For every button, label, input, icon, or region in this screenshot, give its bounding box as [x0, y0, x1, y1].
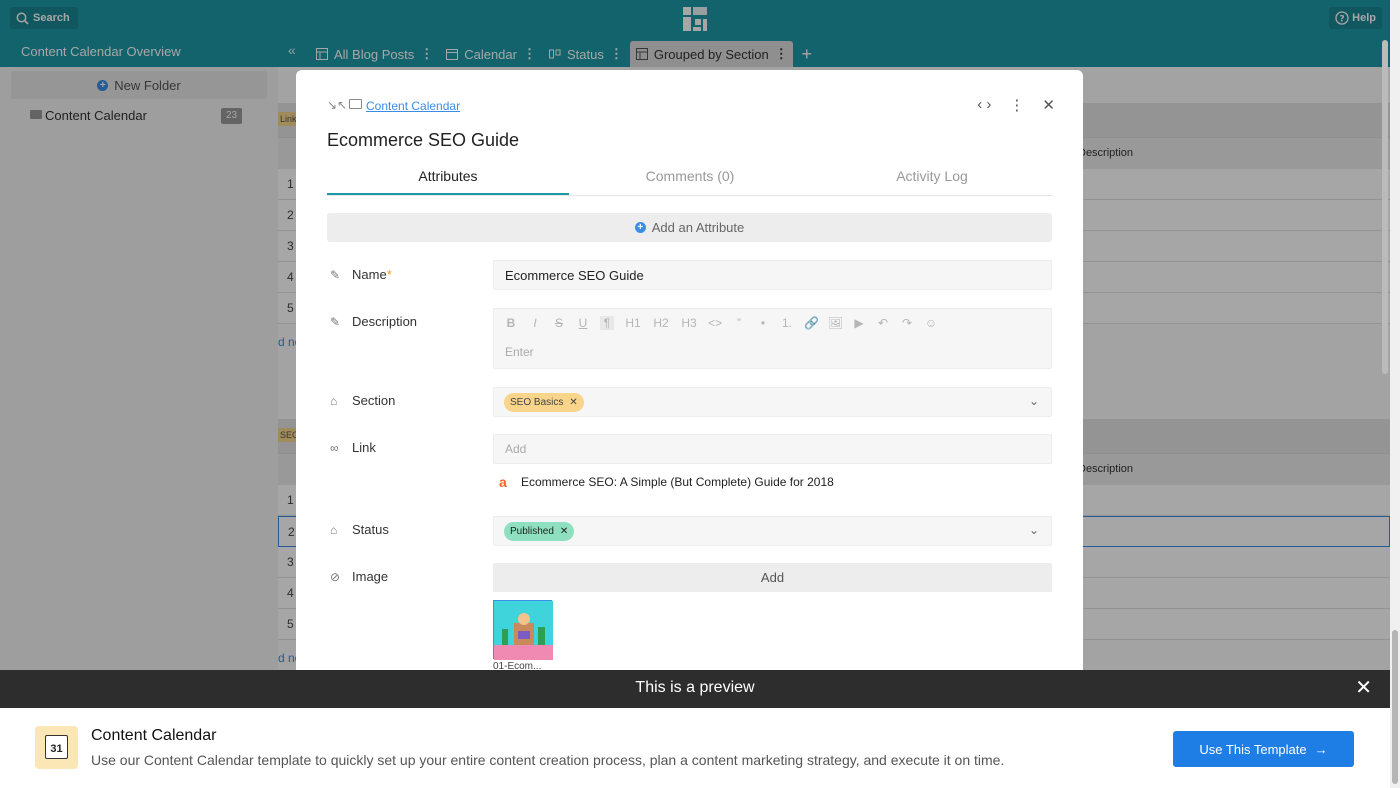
description-placeholder: Enter — [505, 345, 534, 359]
image-icon[interactable]: 🖼 — [828, 316, 843, 330]
tab-comments[interactable]: Comments (0) — [569, 168, 811, 195]
close-icon[interactable]: ✕ — [1042, 96, 1055, 114]
code-icon[interactable]: ‹ › — [977, 96, 991, 114]
section-tag-label: SEO Basics — [510, 397, 564, 408]
calendar-day: 31 — [45, 735, 68, 759]
modal-tabs: Attributes Comments (0) Activity Log — [327, 168, 1053, 196]
folder-icon — [349, 99, 362, 109]
calendar-template-icon: 31 — [35, 726, 78, 769]
status-tag: Published ✕ — [504, 522, 575, 541]
image-caption: 01-Ecom... — [493, 661, 542, 670]
heading1-icon[interactable]: H1 — [624, 316, 642, 330]
rich-text-toolbar: B I S U ¶ H1 H2 H3 <> ” • 1. 🔗 🖼 ▶ ↶ ↷ ☺ — [504, 316, 938, 330]
close-preview-icon[interactable]: ✕ — [1355, 678, 1372, 698]
breadcrumb[interactable]: Content Calendar — [366, 99, 460, 113]
tab-attributes[interactable]: Attributes — [327, 168, 569, 195]
heading2-icon[interactable]: H2 — [652, 316, 670, 330]
template-title: Content Calendar — [91, 727, 217, 744]
link-placeholder: Add — [505, 442, 527, 456]
quote-icon[interactable]: ” — [732, 316, 746, 330]
collapse-modal-icon[interactable]: ↘↖ — [327, 98, 347, 112]
record-modal: ↘↖ Content Calendar ‹ › ⋮ ✕ Ecommerce SE… — [296, 70, 1083, 670]
scrollbar-thumb[interactable] — [1392, 630, 1398, 784]
attribute-image-label: ⊘ Image — [330, 569, 388, 584]
remove-tag-icon[interactable]: ✕ — [569, 397, 577, 408]
use-template-button[interactable]: Use This Template → — [1173, 731, 1354, 767]
page-scrollbar[interactable] — [1382, 40, 1388, 374]
attribute-description-label: ✎ Description — [330, 314, 417, 329]
tab-activity-log[interactable]: Activity Log — [811, 168, 1053, 195]
paragraph-icon[interactable]: ¶ — [600, 316, 614, 330]
name-value: Ecommerce SEO Guide — [505, 268, 644, 283]
remove-tag-icon[interactable]: ✕ — [560, 526, 568, 537]
thumbnail-illustration-icon — [494, 601, 553, 660]
underline-icon[interactable]: U — [576, 316, 590, 330]
preview-banner: This is a preview ✕ — [0, 670, 1390, 708]
modal-header-actions: ‹ › ⋮ ✕ — [977, 96, 1055, 114]
required-icon: * — [386, 267, 392, 282]
code-block-icon[interactable]: <> — [708, 316, 722, 330]
video-icon[interactable]: ▶ — [852, 316, 866, 330]
label-text: Status — [352, 522, 389, 537]
label-text: Link — [352, 440, 376, 455]
link-preview[interactable]: a Ecommerce SEO: A Simple (But Complete)… — [499, 475, 834, 489]
label-text: Description — [352, 314, 418, 329]
attribute-name-label: ✎ Name* — [330, 267, 392, 282]
arrow-right-icon: → — [1314, 741, 1328, 757]
pencil-icon: ✎ — [330, 314, 341, 329]
italic-icon[interactable]: I — [528, 316, 542, 330]
undo-icon[interactable]: ↶ — [876, 316, 890, 330]
bold-icon[interactable]: B — [504, 316, 518, 330]
heading3-icon[interactable]: H3 — [680, 316, 698, 330]
use-template-label: Use This Template — [1199, 741, 1307, 757]
emoji-icon[interactable]: ☺ — [924, 316, 938, 330]
pencil-icon: ✎ — [330, 267, 341, 282]
tag-icon: ⌂ — [330, 522, 338, 537]
chevron-down-icon[interactable]: ⌄ — [1029, 394, 1039, 408]
template-footer: 31 Content Calendar Use our Content Cale… — [0, 708, 1390, 788]
name-field[interactable]: Ecommerce SEO Guide — [493, 260, 1052, 290]
section-tag: SEO Basics ✕ — [504, 393, 584, 412]
ahrefs-favicon-icon: a — [499, 474, 507, 490]
bullet-list-icon[interactable]: • — [756, 316, 770, 330]
link-preview-title: Ecommerce SEO: A Simple (But Complete) G… — [521, 475, 834, 489]
more-options-icon[interactable]: ⋮ — [1009, 96, 1024, 114]
image-add-button[interactable]: Add — [493, 563, 1052, 592]
attribute-link-label: ∞ Link — [330, 440, 376, 455]
record-title[interactable]: Ecommerce SEO Guide — [327, 130, 519, 151]
section-select[interactable]: SEO Basics ✕ ⌄ — [493, 387, 1052, 417]
status-select[interactable]: Published ✕ ⌄ — [493, 516, 1052, 546]
paperclip-icon: ⊘ — [330, 569, 341, 584]
tag-icon: ⌂ — [330, 393, 338, 408]
chevron-down-icon[interactable]: ⌄ — [1029, 523, 1039, 537]
preview-label: This is a preview — [635, 679, 755, 696]
description-editor[interactable]: B I S U ¶ H1 H2 H3 <> ” • 1. 🔗 🖼 ▶ ↶ ↷ ☺… — [493, 308, 1052, 369]
add-attribute-button[interactable]: + Add an Attribute — [327, 213, 1052, 242]
redo-icon[interactable]: ↷ — [900, 316, 914, 330]
status-tag-label: Published — [510, 526, 554, 537]
plus-circle-icon: + — [634, 222, 646, 233]
attribute-status-label: ⌂ Status — [330, 522, 389, 537]
template-description: Use our Content Calendar template to qui… — [91, 752, 1005, 768]
attribute-section-label: ⌂ Section — [330, 393, 395, 408]
add-attribute-label: Add an Attribute — [651, 220, 745, 235]
numbered-list-icon[interactable]: 1. — [780, 316, 794, 330]
link-icon: ∞ — [330, 440, 339, 455]
strikethrough-icon[interactable]: S — [552, 316, 566, 330]
link-input[interactable]: Add — [493, 434, 1052, 464]
label-text: Section — [352, 393, 396, 408]
label-text: Name — [352, 267, 387, 282]
image-thumbnail[interactable] — [493, 600, 553, 660]
link-icon[interactable]: 🔗 — [804, 316, 819, 330]
label-text: Image — [352, 569, 389, 584]
